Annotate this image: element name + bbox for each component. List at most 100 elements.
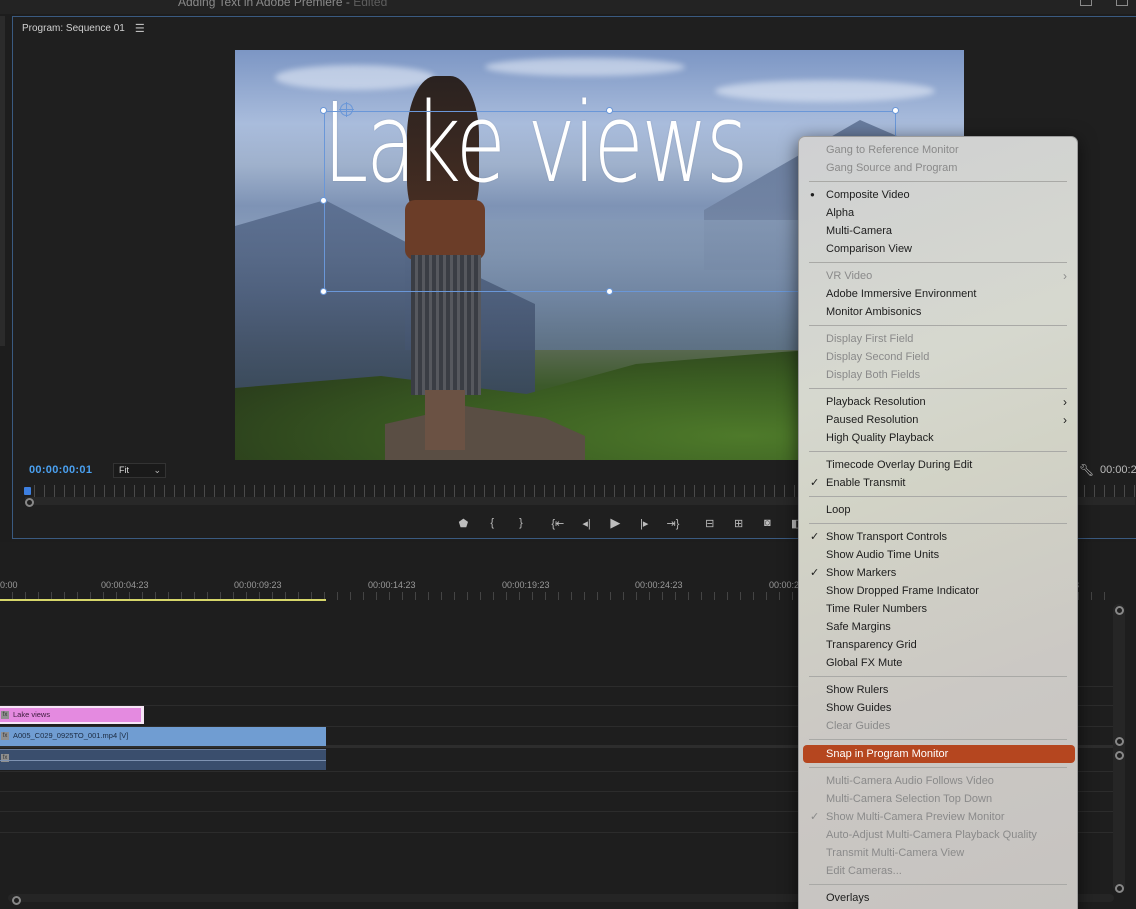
zoom-bar-handle[interactable] bbox=[25, 498, 34, 507]
menu-item-adobe-immersive-environment[interactable]: Adobe Immersive Environment bbox=[799, 285, 1079, 303]
checkmark-icon: ✓ bbox=[810, 811, 820, 823]
menu-item-label: Playback Resolution bbox=[826, 396, 926, 408]
menu-item-label: Overlays bbox=[826, 892, 870, 904]
menu-item-label: Transmit Multi-Camera View bbox=[826, 847, 965, 859]
submenu-chevron-icon: › bbox=[1063, 413, 1067, 427]
scroll-handle[interactable] bbox=[1115, 737, 1124, 746]
menu-item-label: Adobe Immersive Environment bbox=[826, 288, 977, 300]
resize-handle-top-left[interactable] bbox=[320, 107, 327, 114]
ruler-label: 00:00:19:23 bbox=[502, 580, 550, 590]
menu-separator bbox=[809, 739, 1067, 740]
menu-item-label: Show Transport Controls bbox=[826, 531, 948, 543]
lift-icon[interactable]: ⊟ bbox=[695, 517, 724, 530]
menu-item-label: Loop bbox=[826, 504, 851, 516]
menu-item-show-rulers[interactable]: Show Rulers bbox=[799, 681, 1079, 699]
menu-item-label: Multi-Camera Selection Top Down bbox=[826, 793, 993, 805]
mark-in-icon[interactable]: { bbox=[478, 517, 507, 529]
timeline-vertical-scrollbar[interactable] bbox=[1113, 604, 1125, 892]
go-to-out-icon[interactable]: ⇥} bbox=[659, 517, 688, 530]
menu-separator bbox=[809, 451, 1067, 452]
playhead-timecode[interactable]: 00:00:00:01 bbox=[29, 464, 92, 476]
extract-icon[interactable]: ⊞ bbox=[724, 517, 753, 530]
menu-item-label: Enable Transmit bbox=[826, 477, 906, 489]
resize-handle-top-right[interactable] bbox=[892, 107, 899, 114]
menu-item-paused-resolution[interactable]: Paused Resolution › bbox=[799, 411, 1079, 429]
zoom-level-value: Fit bbox=[119, 465, 129, 475]
go-to-in-icon[interactable]: {⇤ bbox=[543, 517, 572, 530]
transport-controls: ⬟{} {⇤ ◂| ▶ |▸ ⇥} ⊟ ⊞ ◙ ◧ bbox=[443, 514, 811, 532]
title-clip[interactable]: fx Lake views bbox=[0, 706, 144, 724]
panel-layout-icon[interactable] bbox=[1080, 0, 1092, 6]
menu-item-gang-source-and-program: Gang Source and Program bbox=[799, 159, 1079, 177]
title-bar: Adding Text in Adobe Premiere - Edited bbox=[0, 0, 1136, 14]
menu-item-show-guides[interactable]: Show Guides bbox=[799, 699, 1079, 717]
maximize-icon[interactable] bbox=[1116, 0, 1128, 6]
menu-item-monitor-ambisonics[interactable]: Monitor Ambisonics bbox=[799, 303, 1079, 321]
menu-item-multi-camera[interactable]: Multi-Camera bbox=[799, 222, 1079, 240]
scroll-handle[interactable] bbox=[12, 896, 21, 905]
menu-item-enable-transmit[interactable]: ✓ Enable Transmit bbox=[799, 474, 1079, 492]
menu-item-label: Auto-Adjust Multi-Camera Playback Qualit… bbox=[826, 829, 1037, 841]
menu-item-overlays[interactable]: Overlays bbox=[799, 889, 1079, 907]
menu-item-global-fx-mute[interactable]: Global FX Mute bbox=[799, 654, 1079, 672]
menu-item-composite-video[interactable]: ● Composite Video bbox=[799, 186, 1079, 204]
playhead-marker[interactable] bbox=[24, 487, 31, 495]
resize-handle-bottom-left[interactable] bbox=[320, 288, 327, 295]
menu-item-playback-resolution[interactable]: Playback Resolution › bbox=[799, 393, 1079, 411]
work-area-bar[interactable] bbox=[0, 599, 326, 601]
scroll-handle[interactable] bbox=[1115, 606, 1124, 615]
person-legs bbox=[425, 390, 465, 450]
step-back-icon[interactable]: ◂| bbox=[572, 517, 601, 530]
zoom-level-select[interactable]: Fit ⌄ bbox=[113, 463, 166, 478]
menu-item-comparison-view[interactable]: Comparison View bbox=[799, 240, 1079, 258]
menu-item-label: Display First Field bbox=[826, 333, 914, 345]
panel-title: Program: Sequence 01 bbox=[22, 23, 125, 34]
menu-item-label: Gang to Reference Monitor bbox=[826, 144, 959, 156]
anchor-point-icon[interactable] bbox=[339, 102, 354, 117]
panel-menu-icon[interactable]: ☰ bbox=[135, 22, 145, 35]
menu-item-label: Monitor Ambisonics bbox=[826, 306, 922, 318]
checkmark-icon: ✓ bbox=[810, 477, 820, 489]
menu-item-label: Transparency Grid bbox=[826, 639, 917, 651]
menu-item-show-audio-time-units[interactable]: Show Audio Time Units bbox=[799, 546, 1079, 564]
cloud bbox=[715, 80, 935, 102]
menu-item-time-ruler-numbers[interactable]: Time Ruler Numbers bbox=[799, 600, 1079, 618]
menu-item-safe-margins[interactable]: Safe Margins bbox=[799, 618, 1079, 636]
resize-handle-top[interactable] bbox=[606, 107, 613, 114]
menu-item-snap-in-program-monitor[interactable]: Snap in Program Monitor bbox=[803, 745, 1075, 763]
scroll-handle[interactable] bbox=[1115, 884, 1124, 893]
left-panel-edge bbox=[0, 16, 5, 346]
add-marker-icon[interactable]: ⬟ bbox=[449, 517, 478, 530]
title-clip-label: Lake views bbox=[13, 710, 51, 719]
export-frame-icon[interactable]: ◙ bbox=[753, 517, 782, 529]
menu-item-transparency-grid[interactable]: Transparency Grid bbox=[799, 636, 1079, 654]
menu-item-timecode-overlay-during-edit[interactable]: Timecode Overlay During Edit bbox=[799, 456, 1079, 474]
menu-item-show-transport-controls[interactable]: ✓ Show Transport Controls bbox=[799, 528, 1079, 546]
menu-item-show-dropped-frame-indicator[interactable]: Show Dropped Frame Indicator bbox=[799, 582, 1079, 600]
ruler-label: 00:00:24:23 bbox=[635, 580, 683, 590]
menu-item-high-quality-playback[interactable]: High Quality Playback bbox=[799, 429, 1079, 447]
premiere-window: Adding Text in Adobe Premiere - Edited P… bbox=[0, 0, 1136, 909]
resize-handle-left[interactable] bbox=[320, 197, 327, 204]
mark-out-icon[interactable]: } bbox=[507, 517, 536, 529]
chevron-down-icon: ⌄ bbox=[153, 465, 161, 475]
menu-separator bbox=[809, 523, 1067, 524]
menu-item-alpha[interactable]: Alpha bbox=[799, 204, 1079, 222]
step-forward-icon[interactable]: |▸ bbox=[630, 517, 659, 530]
menu-item-loop[interactable]: Loop bbox=[799, 501, 1079, 519]
menu-item-label: Safe Margins bbox=[826, 621, 891, 633]
play-icon[interactable]: ▶ bbox=[601, 515, 630, 531]
menu-item-multi-camera-selection-top-down: Multi-Camera Selection Top Down bbox=[799, 790, 1079, 808]
audio-clip[interactable]: fx bbox=[0, 749, 326, 770]
settings-wrench-icon[interactable]: 🔧︎ bbox=[1079, 463, 1094, 477]
menu-item-label: Display Second Field bbox=[826, 351, 930, 363]
scroll-handle[interactable] bbox=[1115, 751, 1124, 760]
video-clip[interactable]: fx A005_C029_0925TO_001.mp4 [V] bbox=[0, 727, 326, 746]
fx-badge-icon: fx bbox=[1, 711, 9, 719]
menu-item-show-markers[interactable]: ✓ Show Markers bbox=[799, 564, 1079, 582]
monitor-context-menu: Gang to Reference Monitor Gang Source and… bbox=[798, 136, 1078, 909]
resize-handle-bottom[interactable] bbox=[606, 288, 613, 295]
menu-item-label: Clear Guides bbox=[826, 720, 891, 732]
bullet-icon: ● bbox=[810, 190, 815, 199]
menu-item-label: Time Ruler Numbers bbox=[826, 603, 928, 615]
